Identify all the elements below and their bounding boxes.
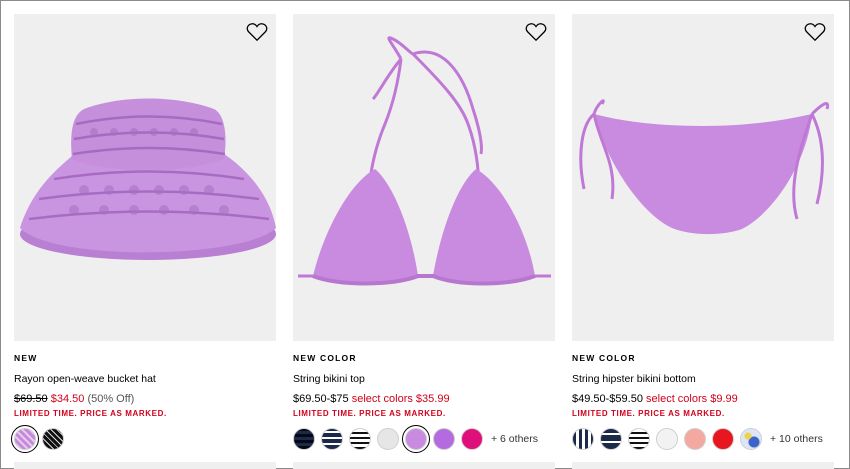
product-name[interactable]: String hipster bikini bottom <box>572 373 834 385</box>
swatch-black-white-stripe[interactable] <box>628 428 650 450</box>
wishlist-heart-icon[interactable] <box>525 22 547 42</box>
product-price: $69.50-$75 select colors $35.99 <box>293 393 555 405</box>
product-card-bucket-hat[interactable]: NEW Rayon open-weave bucket hat $69.50 $… <box>11 14 276 453</box>
select-colors-price: select colors $9.99 <box>646 393 738 405</box>
sale-price: $34.50 <box>50 393 85 405</box>
swatch-lilac-crochet[interactable] <box>11 425 39 453</box>
product-name[interactable]: String bikini top <box>293 373 555 385</box>
wishlist-heart-icon[interactable] <box>246 22 268 42</box>
promo-text: LIMITED TIME. PRICE AS MARKED. <box>14 409 167 418</box>
product-card-string-bikini-bottom[interactable]: NEW COLOR String hipster bikini bottom $… <box>572 14 834 450</box>
swatch-black-white-stripe[interactable] <box>349 428 371 450</box>
next-row-card-edge <box>293 462 555 469</box>
promo-text: LIMITED TIME. PRICE AS MARKED. <box>293 409 446 418</box>
wishlist-heart-icon[interactable] <box>804 22 826 42</box>
price-range: $49.50-$59.50 <box>572 393 643 405</box>
product-badge: NEW <box>14 353 38 363</box>
swatch-orchid[interactable] <box>433 428 455 450</box>
next-row-card-edge <box>14 462 276 469</box>
product-card-string-bikini-top[interactable]: NEW COLOR String bikini top $69.50-$75 s… <box>293 14 555 453</box>
swatch-navy-gingham[interactable] <box>293 428 315 450</box>
next-row-card-edge <box>572 462 834 469</box>
swatch-navy-gingham[interactable] <box>572 428 594 450</box>
product-price: $69.50 $34.50 (50% Off) <box>14 393 276 405</box>
swatch-blue-floral[interactable] <box>740 428 762 450</box>
swatch-light-gray[interactable] <box>377 428 399 450</box>
swatch-magenta[interactable] <box>461 428 483 450</box>
select-colors-price: select colors $35.99 <box>351 393 450 405</box>
bikini-top-image <box>298 36 551 286</box>
swatch-white[interactable] <box>656 428 678 450</box>
product-image[interactable] <box>572 14 834 341</box>
color-swatches: + 10 others <box>572 428 834 450</box>
swatch-navy-stripe[interactable] <box>321 428 343 450</box>
product-badge: NEW COLOR <box>293 353 357 363</box>
original-price: $69.50 <box>14 393 48 405</box>
swatch-lilac[interactable] <box>402 425 430 453</box>
more-colors-link[interactable]: + 6 others <box>491 433 538 445</box>
bucket-hat-image <box>20 98 276 260</box>
product-name[interactable]: Rayon open-weave bucket hat <box>14 373 276 385</box>
product-price: $49.50-$59.50 select colors $9.99 <box>572 393 834 405</box>
color-swatches: + 6 others <box>293 425 555 453</box>
swatch-navy-solid[interactable] <box>600 428 622 450</box>
bikini-bottom-image <box>579 99 830 235</box>
color-swatches <box>11 425 276 453</box>
price-range: $69.50-$75 <box>293 393 349 405</box>
product-image[interactable] <box>14 14 276 341</box>
promo-text: LIMITED TIME. PRICE AS MARKED. <box>572 409 725 418</box>
discount-label: (50% Off) <box>87 393 135 405</box>
swatch-black-white-crochet[interactable] <box>42 428 64 450</box>
swatch-red[interactable] <box>712 428 734 450</box>
product-image[interactable] <box>293 14 555 341</box>
swatch-peach[interactable] <box>684 428 706 450</box>
product-badge: NEW COLOR <box>572 353 636 363</box>
more-colors-link[interactable]: + 10 others <box>770 433 823 445</box>
